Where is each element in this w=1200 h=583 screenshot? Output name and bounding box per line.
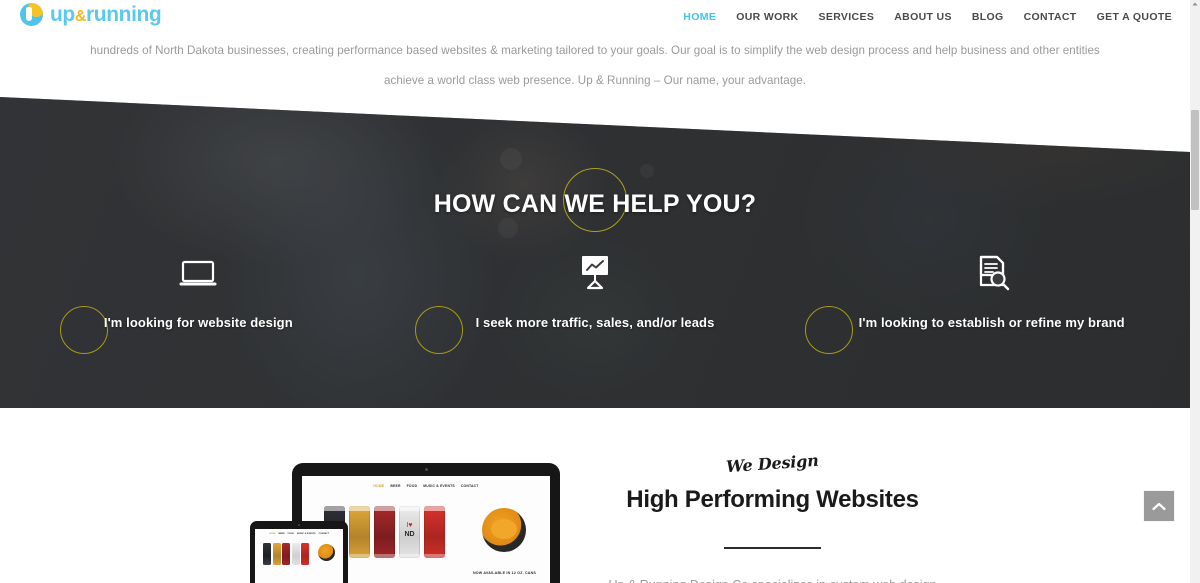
mockup-nav-home: HOME bbox=[373, 484, 385, 488]
tablet-beer-can-4-icon bbox=[291, 543, 300, 565]
presentation-chart-icon bbox=[397, 252, 794, 296]
mockup-nav-beer: BEER bbox=[390, 484, 401, 488]
tablet-beer-can-row bbox=[263, 543, 309, 565]
can-heart-label: I♥ bbox=[406, 522, 413, 529]
tablet-mockup-nav: HOME BEER FOOD MUSIC & EVENTS CONTACT bbox=[255, 529, 343, 535]
document-search-icon bbox=[793, 252, 1190, 296]
logo-wordmark: up&running bbox=[50, 3, 162, 26]
hero-title: HOW CAN WE HELP YOU? bbox=[433, 190, 757, 218]
section-body-text: Up & Running Design Co specializes in cu… bbox=[600, 575, 945, 583]
logo-word-running: running bbox=[86, 3, 162, 26]
page-root: up&running HOME OUR WORK SERVICES ABOUT … bbox=[0, 0, 1200, 583]
hero-option-label-3: I'm looking to establish or refine my br… bbox=[858, 315, 1125, 330]
beer-can-2-icon bbox=[349, 506, 370, 558]
mascot-face bbox=[491, 519, 517, 540]
scrollbar-arrow-up-icon[interactable] bbox=[1190, 0, 1200, 8]
intro-line-2: achieve a world class web presence. Up &… bbox=[383, 74, 807, 87]
we-design-copy: We Design High Performing Websites Up & … bbox=[600, 450, 945, 583]
nav-item-blog[interactable]: BLOG bbox=[962, 10, 1014, 24]
page-scrollbar[interactable] bbox=[1190, 0, 1200, 583]
tablet-beer-can-5-icon bbox=[301, 543, 309, 565]
tablet-nav-beer: BEER bbox=[278, 533, 285, 535]
hero-option-traffic-sales-leads[interactable]: I seek more traffic, sales, and/or leads bbox=[397, 252, 794, 354]
nav-item-our-work[interactable]: OUR WORK bbox=[726, 10, 808, 24]
hero-option-brand[interactable]: I'm looking to establish or refine my br… bbox=[793, 252, 1190, 354]
site-logo[interactable]: up&running bbox=[20, 3, 162, 26]
hero-option-website-design[interactable]: I'm looking for website design bbox=[0, 252, 397, 354]
laptop-icon bbox=[0, 252, 397, 296]
section-kicker: We Design bbox=[725, 450, 820, 477]
hero-option-label-1: I'm looking for website design bbox=[103, 315, 293, 330]
tablet-beer-can-2-icon bbox=[272, 543, 281, 565]
hero-option-label-2: I seek more traffic, sales, and/or leads bbox=[475, 315, 715, 330]
intro-line-1: hundreds of North Dakota businesses, cre… bbox=[90, 44, 1100, 57]
tablet-nav-music: MUSIC & EVENTS bbox=[296, 533, 316, 535]
nav-item-get-a-quote[interactable]: GET A QUOTE bbox=[1087, 10, 1172, 24]
brewery-mascot-logo-icon bbox=[482, 508, 526, 552]
intro-paragraph: hundreds of North Dakota businesses, cre… bbox=[0, 36, 1190, 96]
section-divider bbox=[724, 547, 821, 549]
nav-item-home[interactable]: HOME bbox=[673, 10, 726, 24]
scrollbar-thumb[interactable] bbox=[1191, 110, 1199, 210]
nav-item-services[interactable]: SERVICES bbox=[808, 10, 884, 24]
tablet-beer-can-1-icon bbox=[263, 543, 271, 565]
tablet-mascot-logo-icon bbox=[318, 544, 335, 561]
tablet-beer-can-3-icon bbox=[282, 543, 290, 565]
device-mockup-image: HOME BEER FOOD MUSIC & EVENTS CONTACT I♥… bbox=[250, 463, 580, 583]
site-header: up&running HOME OUR WORK SERVICES ABOUT … bbox=[0, 0, 1190, 33]
mockup-nav-music: MUSIC & EVENTS bbox=[423, 484, 455, 488]
logo-word-amp: & bbox=[74, 8, 87, 25]
mockup-nav-contact: CONTACT bbox=[460, 484, 479, 488]
hero-content: HOW CAN WE HELP YOU? I'm looking for web… bbox=[0, 97, 1190, 408]
section-heading: High Performing Websites bbox=[626, 486, 919, 513]
scroll-to-top-button[interactable] bbox=[1144, 491, 1174, 521]
hero-options-row: I'm looking for website design I seek mo… bbox=[0, 252, 1190, 354]
chevron-up-icon bbox=[1152, 502, 1166, 510]
tablet-mockup: HOME BEER FOOD MUSIC & EVENTS CONTACT bbox=[250, 521, 348, 583]
hero-section: HOW CAN WE HELP YOU? I'm looking for web… bbox=[0, 97, 1190, 408]
up-and-running-circle-logo-icon bbox=[20, 3, 43, 26]
mockup-caption: NOW AVAILABLE IN 12 OZ. CANS bbox=[472, 571, 536, 575]
tablet-screen: HOME BEER FOOD MUSIC & EVENTS CONTACT bbox=[255, 529, 343, 583]
we-design-section: HOME BEER FOOD MUSIC & EVENTS CONTACT I♥… bbox=[0, 408, 1190, 583]
main-navigation: HOME OUR WORK SERVICES ABOUT US BLOG CON… bbox=[673, 10, 1172, 24]
nav-item-contact[interactable]: CONTACT bbox=[1014, 10, 1087, 24]
mockup-site-nav: HOME BEER FOOD MUSIC & EVENTS CONTACT bbox=[302, 476, 550, 488]
tablet-nav-home: HOME bbox=[268, 533, 276, 535]
tablet-nav-food: FOOD bbox=[287, 533, 294, 535]
tablet-nav-contact: CONTACT bbox=[318, 533, 330, 535]
beer-can-4-icon: I♥ ND bbox=[399, 506, 420, 558]
beer-can-5-icon bbox=[424, 506, 445, 558]
beer-can-3-icon bbox=[374, 506, 395, 558]
mockup-nav-food: FOOD bbox=[406, 484, 418, 488]
nav-item-about-us[interactable]: ABOUT US bbox=[884, 10, 962, 24]
can-nd-label: ND bbox=[404, 531, 415, 538]
logo-word-up: up bbox=[50, 3, 75, 26]
